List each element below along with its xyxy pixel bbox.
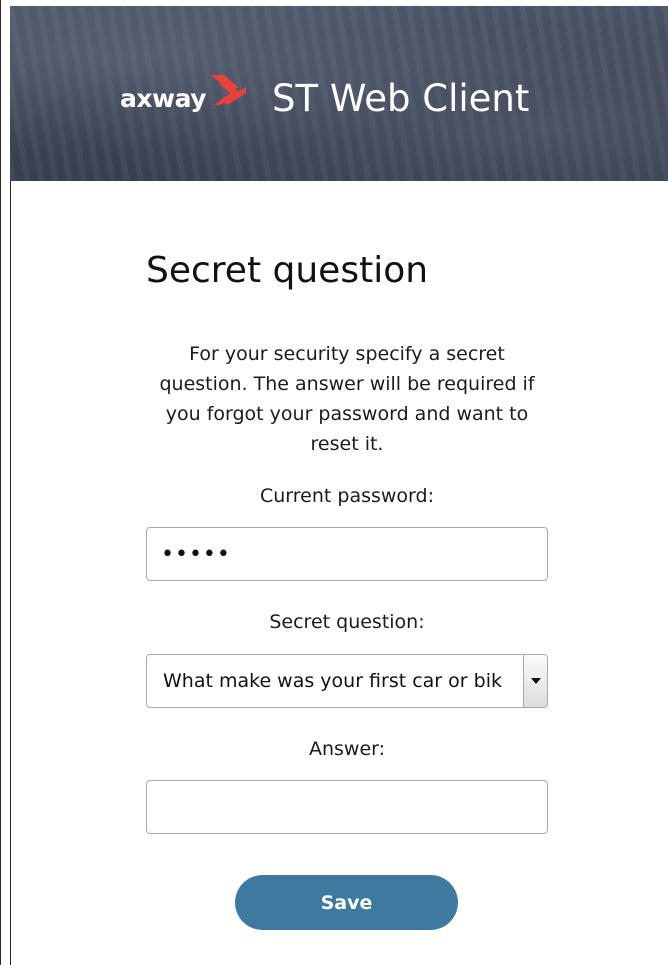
secret-question-select[interactable]: What make was your first car or bik <box>146 654 548 708</box>
brand: axway ST Web Client <box>120 68 529 128</box>
brand-logo-text: axway <box>120 83 207 113</box>
current-password-label: Current password: <box>259 485 434 507</box>
secret-question-selected-value[interactable]: What make was your first car or bik <box>147 655 517 707</box>
answer-label: Answer: <box>308 738 386 760</box>
security-description: For your security specify a secret quest… <box>159 343 535 455</box>
page-title: Secret question <box>146 250 429 291</box>
page-border <box>10 181 11 965</box>
current-password-input[interactable] <box>147 528 547 580</box>
dropdown-arrow-button[interactable] <box>523 655 547 707</box>
current-password-field[interactable] <box>146 527 548 581</box>
page: axway ST Web Client Secret question For … <box>0 0 668 965</box>
axway-logo-icon <box>210 75 246 105</box>
app-title: ST Web Client <box>272 76 530 120</box>
header-banner: axway ST Web Client <box>10 6 668 181</box>
answer-field[interactable] <box>146 780 548 834</box>
save-button[interactable]: Save <box>235 875 458 930</box>
secret-question-label: Secret question: <box>269 611 425 633</box>
answer-input[interactable] <box>147 781 547 833</box>
caret-down-icon <box>530 678 541 684</box>
